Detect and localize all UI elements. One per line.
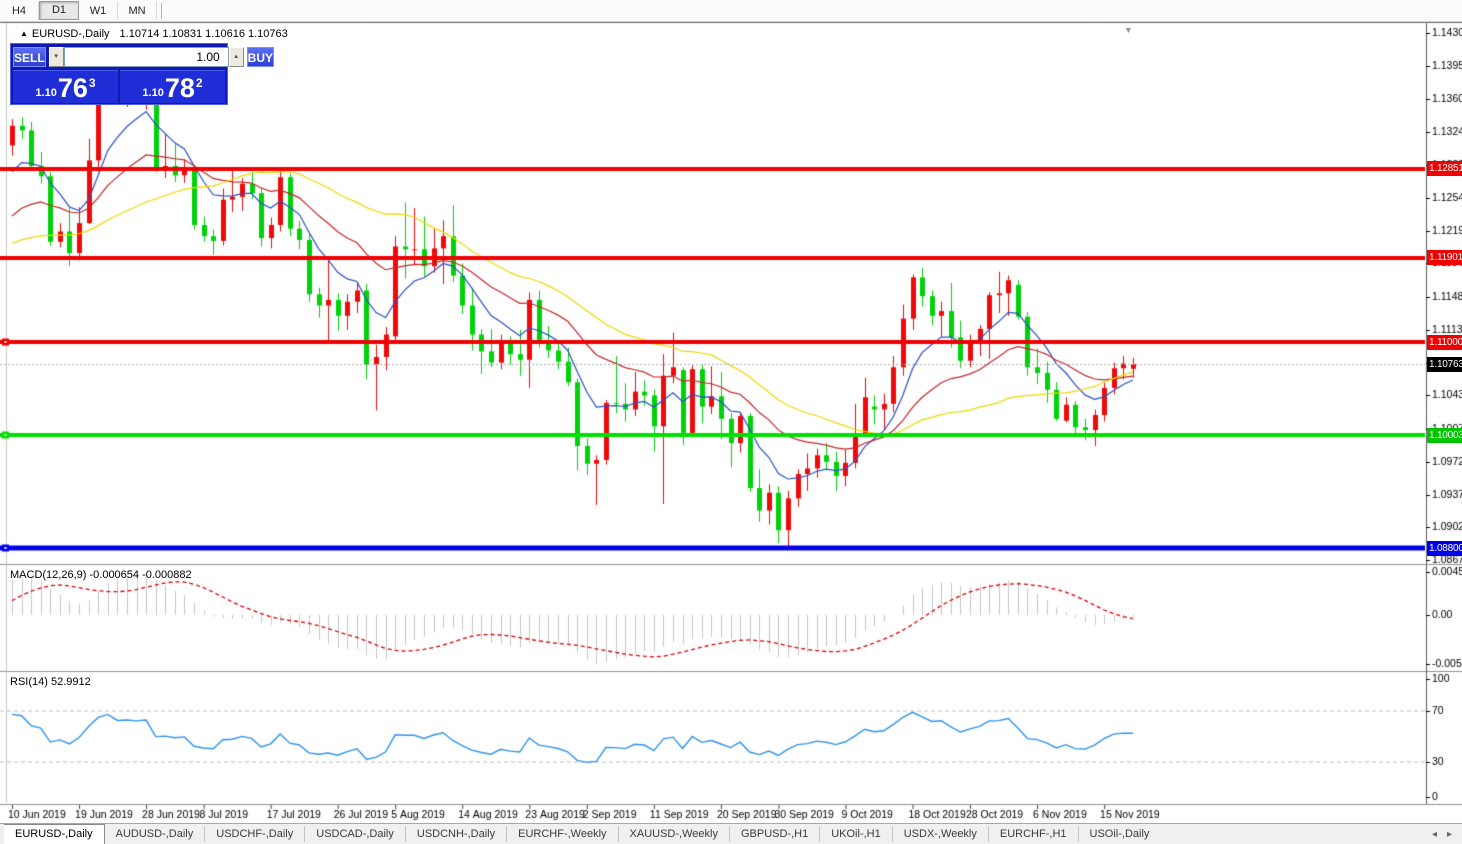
sell-price-display[interactable]: 1.10 76 3	[13, 70, 118, 103]
buy-price-prefix: 1.10	[142, 87, 163, 99]
macd-name: MACD(12,26,9)	[10, 569, 86, 581]
macd-values: -0.000654 -0.000882	[89, 569, 191, 581]
macd-indicator-label: MACD(12,26,9) -0.000654 -0.000882	[10, 569, 192, 581]
chart-tab-gbpusd-h1[interactable]: GBPUSD-,H1	[729, 826, 819, 842]
one-click-trading-panel: SELL ▾ ▴ BUY 1.10 76 3 1.10 78 2	[10, 43, 228, 105]
rsi-name: RSI(14)	[10, 676, 48, 688]
buy-price-pip-digit: 2	[196, 76, 203, 90]
buy-button[interactable]: BUY	[247, 47, 274, 67]
timeframe-button-h4[interactable]: H4	[0, 2, 39, 20]
sell-button[interactable]: SELL	[13, 47, 46, 67]
symbol-marker-icon: ▲	[20, 29, 28, 38]
level-badge-3[interactable]: 1.10003	[1427, 428, 1462, 443]
chart-tab-usdx-weekly[interactable]: USDX-,Weekly	[892, 826, 988, 842]
timeframe-toolbar: H4D1W1MN	[0, 0, 1462, 22]
chart-shift-icon[interactable]: ▼	[1124, 25, 1133, 35]
chart-tab-audusd-daily[interactable]: AUDUSD-,Daily	[105, 826, 205, 842]
tab-scroll-right-icon[interactable]: ▸	[1447, 829, 1452, 840]
level-badge-2[interactable]: 1.11000	[1427, 335, 1462, 350]
rsi-value: 52.9912	[51, 676, 91, 688]
chart-ohlc-values: 1.10714 1.10831 1.10616 1.10763	[120, 28, 288, 40]
sell-price-pip-digit: 3	[89, 76, 96, 90]
tab-scroll-controls: ◂ ▸	[1432, 829, 1452, 840]
chart-ohlc-header: ▲ EURUSD-,Daily 1.10714 1.10831 1.10616 1.…	[20, 28, 288, 40]
toolbar-divider	[161, 3, 162, 19]
level-badge-4[interactable]: 1.08800	[1427, 541, 1462, 556]
timeframe-button-mn[interactable]: MN	[118, 2, 157, 20]
chart-tab-eurchf-h1[interactable]: EURCHF-,H1	[988, 826, 1078, 842]
timeframe-button-w1[interactable]: W1	[79, 2, 118, 20]
level-badge-1[interactable]: 1.11901	[1427, 250, 1462, 265]
chart-tab-usdcnh-daily[interactable]: USDCNH-,Daily	[405, 826, 506, 842]
chart-window: ▲ EURUSD-,Daily 1.10714 1.10831 1.10616 1.…	[0, 22, 1462, 823]
volume-stepper: ▾ ▴	[49, 47, 244, 67]
chart-tab-usdchf-daily[interactable]: USDCHF-,Daily	[204, 826, 304, 842]
chart-tab-eurusd-daily[interactable]: EURUSD-,Daily	[4, 824, 105, 844]
buy-price-display[interactable]: 1.10 78 2	[120, 70, 225, 103]
chart-symbol-label: EURUSD-,Daily	[32, 28, 110, 40]
tab-scroll-left-icon[interactable]: ◂	[1432, 829, 1437, 840]
terminal-window: H4D1W1MN ▲ EURUSD-,Daily 1.10714 1.10831 1…	[0, 0, 1462, 844]
volume-input[interactable]	[64, 47, 229, 67]
chart-tab-xauusd-weekly[interactable]: XAUUSD-,Weekly	[618, 826, 729, 842]
sell-price-prefix: 1.10	[35, 87, 56, 99]
rsi-indicator-label: RSI(14) 52.9912	[10, 676, 91, 688]
chart-tab-ukoil-h1[interactable]: UKOil-,H1	[819, 826, 892, 842]
timeframe-button-d1[interactable]: D1	[39, 1, 79, 20]
sell-price-big-digits: 76	[58, 74, 88, 103]
volume-decrease-button[interactable]: ▾	[49, 47, 64, 67]
price-chart-canvas[interactable]	[0, 22, 1462, 823]
chart-tab-eurchf-weekly[interactable]: EURCHF-,Weekly	[506, 826, 617, 842]
chart-tab-usdcad-daily[interactable]: USDCAD-,Daily	[304, 826, 405, 842]
buy-price-big-digits: 78	[165, 74, 195, 103]
level-badge-0[interactable]: 1.12851	[1427, 161, 1462, 176]
chart-tab-usoil-daily[interactable]: USOil-,Daily	[1078, 826, 1161, 842]
current-price-badge: 1.10763	[1427, 357, 1462, 372]
symbol-tab-bar: EURUSD-,DailyAUDUSD-,DailyUSDCHF-,DailyU…	[0, 823, 1462, 844]
volume-increase-button[interactable]: ▴	[229, 47, 244, 67]
